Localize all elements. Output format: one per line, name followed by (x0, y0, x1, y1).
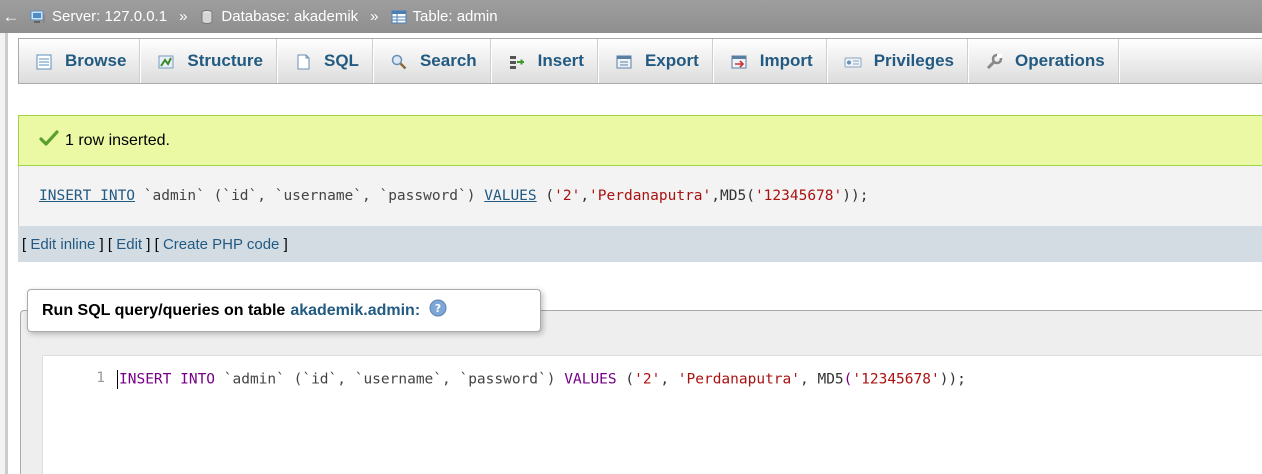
tab-insert-label: Insert (537, 51, 584, 70)
search-icon (390, 51, 408, 71)
svg-text:?: ? (435, 302, 441, 315)
edit-inline-link[interactable]: Edit inline (30, 236, 95, 253)
sql-columns: (`id`, `username`, `password`) (213, 188, 476, 204)
tab-insert[interactable]: Insert (492, 39, 599, 83)
breadcrumb-separator: » (179, 8, 188, 25)
breadcrumb-separator: » (370, 8, 379, 25)
tab-sql-label: SQL (324, 51, 359, 70)
import-icon (730, 51, 748, 71)
tab-export[interactable]: Export (599, 39, 714, 83)
breadcrumb-server[interactable]: Server: 127.0.0.1 (52, 8, 167, 25)
left-frame-border (0, 0, 8, 474)
tab-import-label: Import (759, 51, 813, 70)
tab-export-label: Export (644, 51, 699, 70)
sql-query-editor[interactable]: 1 INSERT INTO `admin` (`id`, `username`,… (42, 355, 1262, 474)
tab-operations[interactable]: Operations (969, 39, 1120, 83)
query-actions-bar: [ Edit inline ] [ Edit ] [ Create PHP co… (18, 226, 1262, 262)
sql-value-username: 'Perdanaputra' (589, 188, 712, 204)
back-arrow-icon[interactable]: ← (0, 7, 22, 27)
legend-table-link[interactable]: akademik.admin: (290, 302, 420, 320)
breadcrumb-database[interactable]: Database: akademik (221, 8, 358, 25)
table-tabs: Browse Structure SQL Search Insert Expor… (18, 38, 1262, 84)
tab-sql[interactable]: SQL (278, 39, 374, 83)
tab-browse[interactable]: Browse (19, 39, 142, 83)
tab-structure[interactable]: Structure (141, 39, 278, 83)
success-text: 1 row inserted. (65, 131, 170, 149)
privileges-icon (844, 51, 862, 71)
phpmyadmin-page: ← Server: 127.0.0.1 » Database: akademik… (0, 0, 1262, 474)
table-icon (391, 8, 407, 25)
breadcrumb-table[interactable]: Table: admin (413, 8, 498, 25)
tab-import[interactable]: Import (714, 39, 828, 83)
tab-structure-label: Structure (187, 51, 263, 70)
check-icon (39, 130, 59, 151)
tab-privileges-label: Privileges (873, 51, 955, 70)
sql-keyword-values[interactable]: VALUES (484, 188, 536, 204)
sql-value-id: '2' (554, 188, 581, 204)
text-cursor (117, 370, 118, 389)
sql-table-name: `admin` (143, 188, 205, 204)
editor-gutter: 1 (43, 356, 109, 474)
breadcrumb: ← Server: 127.0.0.1 » Database: akademik… (0, 0, 1262, 33)
operations-icon (985, 51, 1003, 71)
edit-link[interactable]: Edit (116, 236, 142, 253)
help-icon[interactable]: ? (429, 299, 447, 322)
success-message: 1 row inserted. (18, 115, 1262, 166)
tab-search-label: Search (419, 51, 477, 70)
tab-search[interactable]: Search (374, 39, 492, 83)
line-number: 1 (96, 370, 105, 386)
export-icon (615, 51, 633, 71)
sql-value-password: '12345678' (754, 188, 843, 204)
code-keyword-insert: INSERT INTO (119, 371, 216, 388)
legend-text: Run SQL query/queries on table (42, 301, 286, 319)
database-icon (199, 8, 215, 25)
sql-icon (294, 51, 312, 71)
insert-icon (508, 51, 526, 71)
sql-query-legend: Run SQL query/queries on table akademik.… (27, 289, 541, 332)
editor-code-line[interactable]: INSERT INTO `admin` (`id`, `username`, `… (117, 370, 966, 389)
create-php-code-link[interactable]: Create PHP code (163, 236, 279, 253)
tab-browse-label: Browse (65, 51, 127, 70)
sql-function-md5: MD5 (720, 188, 747, 204)
executed-sql-query: INSERT INTO `admin` (`id`, `username`, `… (18, 166, 1262, 226)
structure-icon (157, 51, 175, 71)
code-keyword-values: VALUES (564, 371, 617, 388)
tab-operations-label: Operations (1015, 51, 1105, 70)
tab-privileges[interactable]: Privileges (828, 39, 970, 83)
browse-icon (35, 51, 53, 71)
sql-keyword-insert[interactable]: INSERT INTO (39, 188, 135, 204)
server-icon (30, 8, 46, 25)
